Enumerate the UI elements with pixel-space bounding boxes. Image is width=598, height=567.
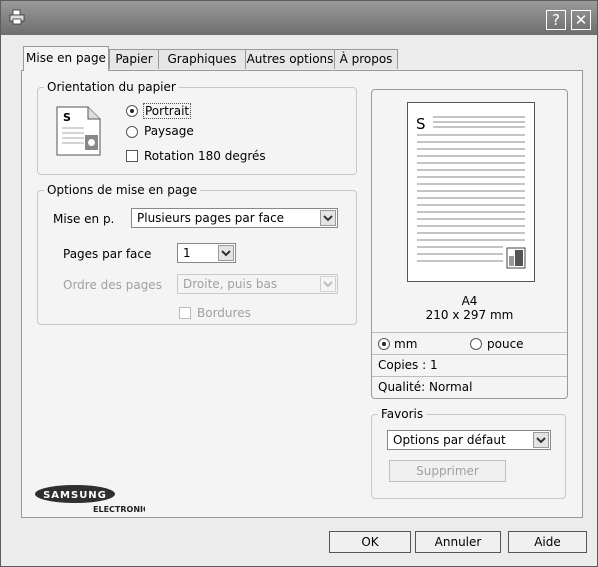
mise-en-page-dropdown-arrow[interactable] [320, 210, 336, 226]
copies-text: Copies : 1 [378, 358, 438, 372]
svg-text:S: S [63, 111, 71, 124]
bordures-label: Bordures [197, 306, 251, 320]
tab-autres-options[interactable]: Autres options [245, 49, 335, 69]
portrait-page-icon: S [56, 106, 101, 156]
tab-mise-en-page[interactable]: Mise en page [23, 46, 109, 71]
favorites-title: Favoris [381, 407, 424, 421]
portrait-label: Portrait [143, 103, 192, 119]
divider [372, 332, 567, 333]
help-title-button[interactable]: ? [546, 10, 566, 30]
chevron-down-icon [221, 250, 231, 257]
ordre-des-pages-select[interactable]: Droite, puis bas [177, 274, 338, 294]
supprimer-button[interactable]: Supprimer [389, 460, 506, 482]
samsung-logo: SAMSUNG ELECTRONICS [35, 483, 155, 515]
mise-en-page-select[interactable]: Plusieurs pages par face [131, 208, 338, 228]
layout-options-title: Options de mise en page [47, 183, 198, 197]
printer-properties-dialog: ? ✕ Mise en page Papier Graphiques Autre… [0, 0, 598, 567]
title-bar[interactable]: ? ✕ [1, 1, 597, 35]
paysage-radio[interactable] [126, 126, 138, 138]
printer-icon [9, 9, 25, 25]
paper-size: 210 x 297 mm [425, 308, 514, 322]
unit-pouce-label: pouce [487, 337, 524, 351]
rotation-label: Rotation 180 degrés [144, 149, 266, 163]
divider [372, 354, 567, 355]
bordures-checkbox[interactable] [179, 307, 191, 319]
chevron-down-icon [536, 437, 546, 444]
pages-par-face-label: Pages par face [63, 247, 152, 261]
orientation-group-title: Orientation du papier [47, 80, 176, 94]
page-preview-image: S [407, 102, 535, 282]
preview-panel: S A4 210 x 297 mm mm pouce Copies: 1 Qu… [371, 89, 568, 399]
mise-en-page-value: Plusieurs pages par face [137, 211, 285, 225]
ordre-des-pages-label: Ordre des pages [63, 278, 162, 292]
tab-a-propos[interactable]: À propos [334, 49, 398, 69]
svg-text:ELECTRONICS: ELECTRONICS [93, 505, 145, 514]
quality-text: Qualité: Normal [378, 380, 473, 394]
favorites-dropdown-arrow[interactable] [533, 432, 549, 448]
paysage-label: Paysage [144, 124, 194, 138]
chevron-down-icon [323, 281, 333, 288]
favorites-value: Options par défaut [393, 433, 506, 447]
chevron-down-icon [323, 215, 333, 222]
pages-par-face-value: 1 [183, 246, 191, 260]
pages-par-face-dropdown-arrow[interactable] [218, 245, 234, 261]
pages-par-face-select[interactable]: 1 [177, 243, 236, 263]
ordre-des-pages-dropdown-arrow[interactable] [320, 276, 336, 292]
divider [372, 376, 567, 377]
svg-text:S: S [416, 115, 426, 133]
unit-mm-radio[interactable] [378, 338, 390, 350]
tab-papier[interactable]: Papier [109, 49, 159, 69]
unit-mm-label: mm [394, 337, 418, 351]
close-title-button[interactable]: ✕ [571, 10, 591, 30]
samsung-logo-mark: SAMSUNG ELECTRONICS [35, 485, 155, 514]
favorites-select[interactable]: Options par défaut [387, 430, 551, 450]
paper-name: A4 [461, 294, 478, 308]
svg-text:SAMSUNG: SAMSUNG [43, 490, 107, 501]
favorites-group: Favoris [371, 407, 566, 499]
rotation-checkbox[interactable] [126, 150, 138, 162]
mise-en-page-label: Mise en p. [53, 212, 115, 226]
portrait-radio[interactable] [126, 105, 138, 117]
unit-pouce-radio[interactable] [470, 338, 482, 350]
tab-graphiques[interactable]: Graphiques [158, 49, 246, 69]
aide-button[interactable]: Aide [508, 531, 587, 553]
ok-button[interactable]: OK [329, 531, 411, 553]
annuler-button[interactable]: Annuler [415, 531, 501, 553]
ordre-des-pages-value: Droite, puis bas [183, 277, 278, 291]
